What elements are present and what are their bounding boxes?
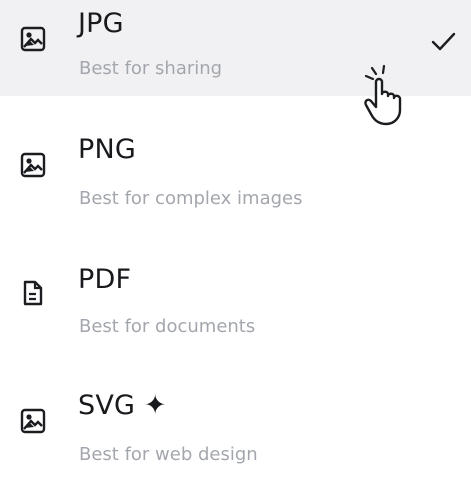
file-type-description: Best for sharing (79, 58, 223, 79)
file-type-menu: JPG Best for sharing PNG Best for comple… (0, 0, 471, 476)
file-type-option-pdf[interactable]: PDF Best for documents (0, 224, 471, 352)
file-type-label: JPG (78, 8, 124, 39)
file-type-label: SVG ✦ (78, 390, 167, 421)
file-type-option-svg[interactable]: SVG ✦ Best for web design (0, 352, 471, 480)
file-type-description: Best for complex images (79, 188, 303, 209)
file-type-description: Best for documents (79, 316, 256, 337)
image-file-icon (20, 152, 46, 178)
file-type-label: PNG (78, 134, 137, 165)
file-type-description: Best for web design (79, 444, 258, 465)
image-file-icon (20, 26, 46, 52)
file-type-option-png[interactable]: PNG Best for complex images (0, 96, 471, 224)
file-type-label: PDF (78, 264, 132, 295)
file-type-option-jpg[interactable]: JPG Best for sharing (0, 0, 471, 96)
image-file-icon (20, 408, 46, 434)
document-file-icon (20, 280, 46, 306)
checkmark-icon (429, 28, 457, 56)
